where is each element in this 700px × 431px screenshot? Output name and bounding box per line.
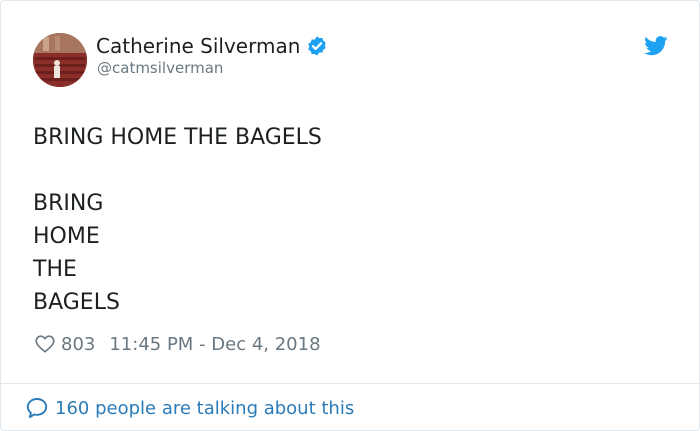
tweet-text: BRING HOME THE BAGELS BRING HOME THE BAG… <box>33 121 653 319</box>
conversation-count-text[interactable]: 160 people are talking about this <box>55 398 354 419</box>
author-handle[interactable]: @catmsilverman <box>97 59 223 77</box>
like-count[interactable]: 803 <box>61 334 95 355</box>
verified-badge-icon <box>306 35 328 57</box>
twitter-bird-icon[interactable] <box>644 35 668 57</box>
tweet-line: BAGELS <box>33 290 120 315</box>
tweet-line: THE <box>33 257 77 282</box>
tweet-timestamp[interactable]: 11:45 PM - Dec 4, 2018 <box>109 334 320 355</box>
tweet-card: Catherine Silverman @catmsilverman BRING… <box>0 0 700 431</box>
tweet-paragraph-gap <box>33 154 653 187</box>
avatar[interactable] <box>33 33 87 87</box>
footer-divider <box>1 383 699 384</box>
tweet-meta: 803 11:45 PM - Dec 4, 2018 <box>34 331 321 357</box>
tweet-line: BRING <box>33 191 104 216</box>
heart-icon[interactable] <box>34 333 56 355</box>
tweet-line: HOME <box>33 224 100 249</box>
author-name[interactable]: Catherine Silverman <box>96 34 300 58</box>
author-name-row: Catherine Silverman <box>96 33 328 59</box>
avatar-image <box>33 33 87 87</box>
speech-bubble-icon <box>25 396 49 420</box>
conversation-link[interactable]: 160 people are talking about this <box>25 395 354 421</box>
tweet-line: BRING HOME THE BAGELS <box>33 125 322 150</box>
